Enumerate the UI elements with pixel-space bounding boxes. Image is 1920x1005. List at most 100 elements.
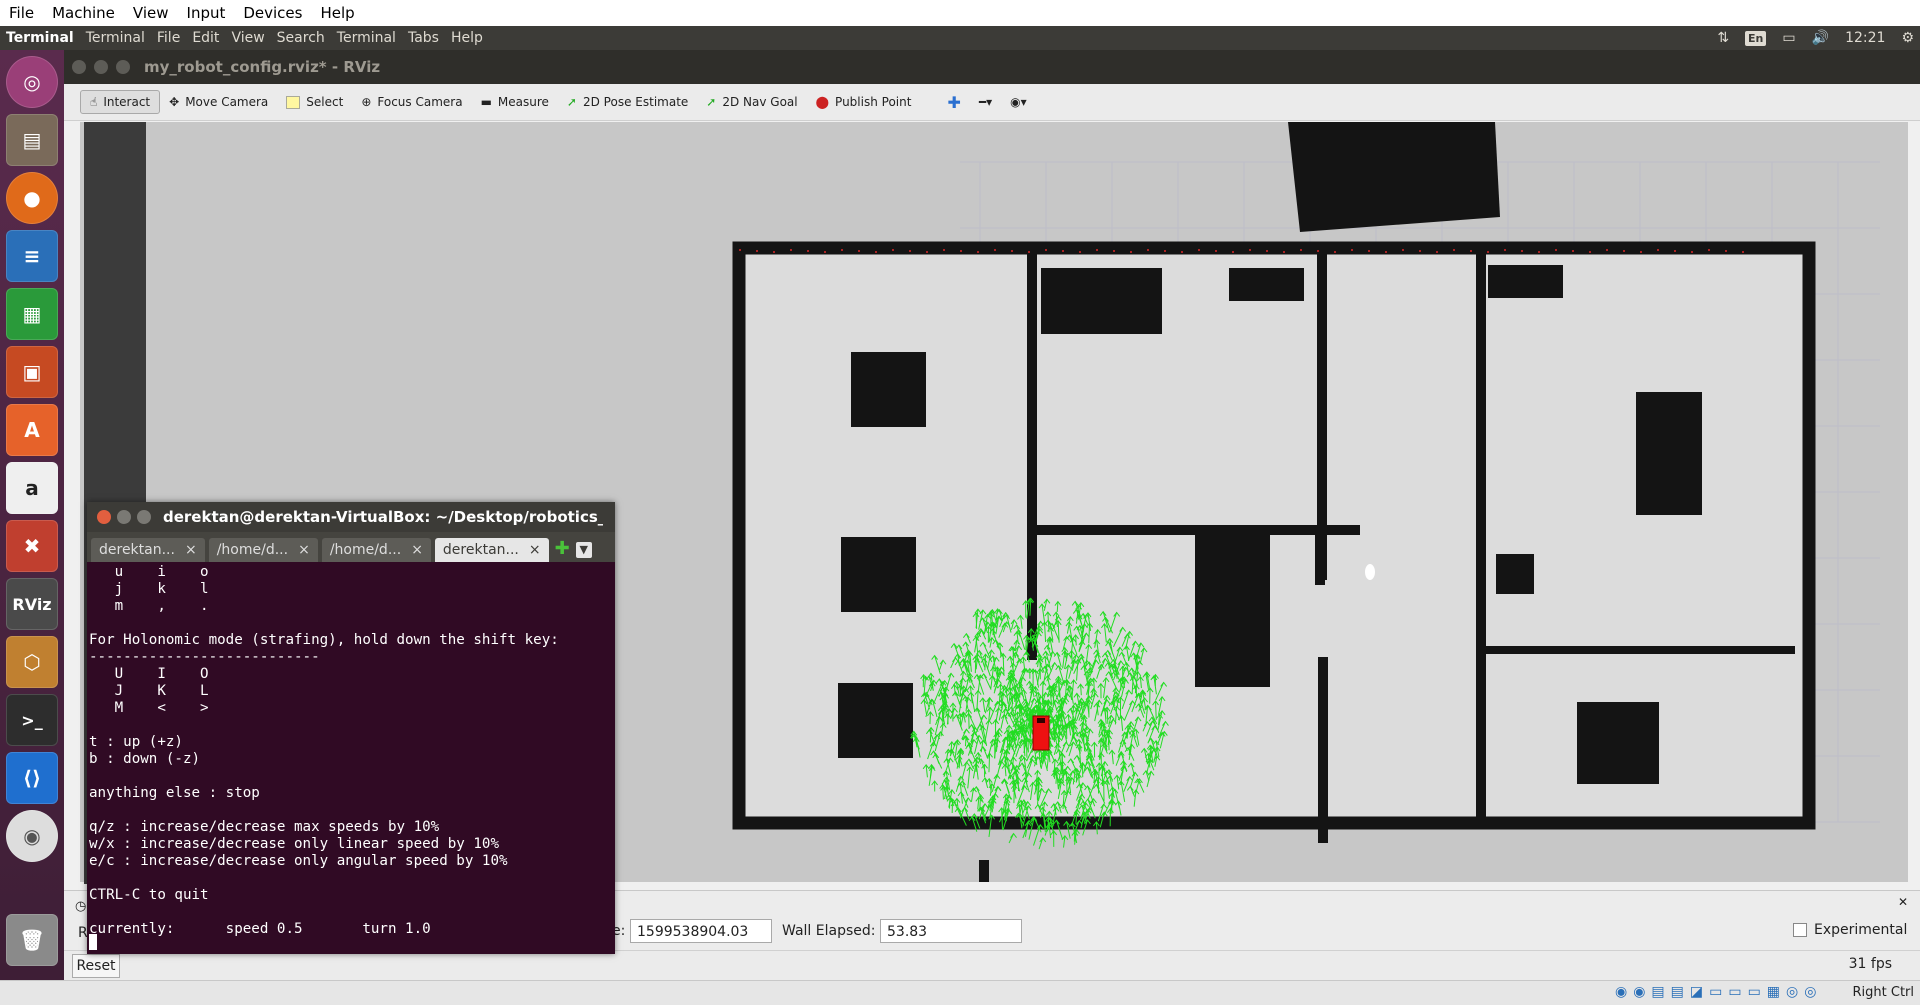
laser-scan-point	[1555, 249, 1557, 251]
vbox-menu-devices[interactable]: Devices	[234, 4, 311, 22]
interact-tool[interactable]: ☝Interact	[80, 90, 160, 114]
gear-icon[interactable]: ⚙	[1901, 30, 1914, 46]
close-icon[interactable]	[97, 510, 111, 524]
dvd-icon[interactable]: ◉	[6, 810, 58, 862]
menu-tabs[interactable]: Tabs	[402, 30, 445, 46]
laser-scan-point	[1521, 250, 1523, 252]
laser-scan-point	[1487, 251, 1489, 253]
menu-edit[interactable]: Edit	[186, 30, 225, 46]
terminal-line: b : down (-z)	[89, 751, 613, 768]
green-arrow-icon: ➚	[706, 95, 716, 109]
select-tool[interactable]: Select	[277, 91, 352, 113]
software-center-icon[interactable]: A	[6, 404, 58, 456]
particle-arrow	[1026, 635, 1027, 650]
pose-estimate-tool[interactable]: ➚2D Pose Estimate	[558, 91, 697, 113]
ros-time-field[interactable]: 1599538904.03	[630, 919, 772, 943]
minimize-icon[interactable]	[117, 510, 131, 524]
trash-icon[interactable]: 🗑	[6, 914, 58, 966]
active-app-name: Terminal	[0, 30, 80, 46]
vbox-menu-machine[interactable]: Machine	[43, 4, 124, 22]
vbox-device-icons[interactable]: ◉◉▤▤◪▭▭▭▦◎◎	[1615, 984, 1822, 1000]
map-obstacle	[1195, 535, 1270, 687]
menu-search[interactable]: Search	[271, 30, 331, 46]
reset-button[interactable]: Reset	[72, 954, 120, 978]
ubuntu-dash-icon[interactable]: ◎	[6, 56, 58, 108]
fps-indicator: 31 fps	[1849, 956, 1892, 972]
plus-icon[interactable]: ✚	[938, 89, 969, 116]
menu-view[interactable]: View	[225, 30, 270, 46]
terminal-tab[interactable]: derektan...×	[91, 538, 205, 562]
vbox-menu-help[interactable]: Help	[311, 4, 363, 22]
rviz-icon[interactable]: RViz	[6, 578, 58, 630]
laser-scan-point	[824, 251, 826, 253]
nav-goal-tool[interactable]: ➚2D Nav Goal	[697, 91, 806, 113]
experimental-checkbox[interactable]	[1793, 923, 1807, 937]
amazon-icon[interactable]: a	[6, 462, 58, 514]
terminal-window[interactable]: derektan@derektan-VirtualBox: ~/Desktop/…	[87, 502, 615, 954]
box-icon[interactable]: ⬡	[6, 636, 58, 688]
publish-point-tool[interactable]: ⬤Publish Point	[807, 91, 921, 113]
menu-help[interactable]: Help	[445, 30, 489, 46]
close-icon[interactable]: ×	[411, 542, 423, 558]
measure-tool[interactable]: ▬Measure	[472, 91, 558, 113]
laser-scan-point	[1300, 249, 1302, 251]
laser-scan-point	[1385, 251, 1387, 253]
settings-icon[interactable]: ✖	[6, 520, 58, 572]
close-icon[interactable]	[72, 60, 86, 74]
terminal-line: u i o	[89, 564, 613, 581]
move-camera-tool[interactable]: ✥Move Camera	[160, 91, 277, 113]
terminal-icon[interactable]: >_	[6, 694, 58, 746]
new-tab-icon[interactable]: ✚	[555, 538, 570, 559]
laser-scan-point	[807, 250, 809, 252]
vbox-menu-view[interactable]: View	[124, 4, 178, 22]
map-obstacle	[979, 860, 989, 882]
clock[interactable]: 12:21	[1845, 30, 1885, 46]
map-wall	[1318, 657, 1328, 843]
vbox-menu-file[interactable]: File	[0, 4, 43, 22]
files-icon[interactable]: ▤	[6, 114, 58, 166]
vbox-menu-input[interactable]: Input	[178, 4, 235, 22]
green-arrow-icon: ➚	[567, 95, 577, 109]
terminal-titlebar: derektan@derektan-VirtualBox: ~/Desktop/…	[87, 502, 615, 532]
terminal-line	[89, 615, 613, 632]
close-icon[interactable]: ×	[298, 542, 310, 558]
terminal-tab[interactable]: /home/d...×	[322, 538, 431, 562]
keyboard-layout-indicator[interactable]: En	[1745, 31, 1766, 46]
impress-icon[interactable]: ▣	[6, 346, 58, 398]
network-icon[interactable]: ⇅	[1717, 30, 1729, 46]
laser-scan-point	[1334, 251, 1336, 253]
map-obstacle	[1288, 122, 1500, 232]
focus-camera-tool[interactable]: ⊕Focus Camera	[352, 91, 471, 113]
close-panel-icon[interactable]: ✕	[1898, 895, 1908, 909]
select-icon	[286, 96, 300, 109]
laser-scan-point	[1113, 250, 1115, 252]
close-icon[interactable]: ×	[529, 542, 541, 558]
calc-icon[interactable]: ▦	[6, 288, 58, 340]
terminal-output[interactable]: u i o j k l m , .For Holonomic mode (str…	[89, 562, 613, 956]
menu-terminal-2[interactable]: Terminal	[331, 30, 402, 46]
writer-icon[interactable]: ≡	[6, 230, 58, 282]
battery-icon[interactable]: ▭	[1782, 30, 1795, 46]
minus-dropdown-icon[interactable]: ━▾	[970, 91, 1001, 113]
terminal-line: CTRL-C to quit	[89, 887, 613, 904]
terminal-tab-active[interactable]: derektan...×	[435, 538, 549, 562]
tab-menu-icon[interactable]: ▼	[576, 542, 592, 558]
terminal-line	[89, 717, 613, 734]
close-icon[interactable]: ×	[185, 542, 197, 558]
menu-file[interactable]: File	[151, 30, 186, 46]
minimize-icon[interactable]	[94, 60, 108, 74]
menu-terminal[interactable]: Terminal	[80, 30, 151, 46]
hand-icon: ☝	[90, 95, 97, 109]
laser-scan-point	[1130, 251, 1132, 253]
eye-dropdown-icon[interactable]: ◉▾	[1001, 91, 1036, 113]
terminal-tab[interactable]: /home/d...×	[209, 538, 318, 562]
terminal-line: t : up (+z)	[89, 734, 613, 751]
maximize-icon[interactable]	[116, 60, 130, 74]
wall-elapsed-field[interactable]: 53.83	[880, 919, 1022, 943]
volume-icon[interactable]: 🔊	[1812, 30, 1829, 46]
vscode-icon[interactable]: ⟨⟩	[6, 752, 58, 804]
maximize-icon[interactable]	[137, 510, 151, 524]
firefox-icon[interactable]: ●	[6, 172, 58, 224]
terminal-cursor	[89, 934, 97, 950]
map-wall	[1315, 525, 1325, 585]
